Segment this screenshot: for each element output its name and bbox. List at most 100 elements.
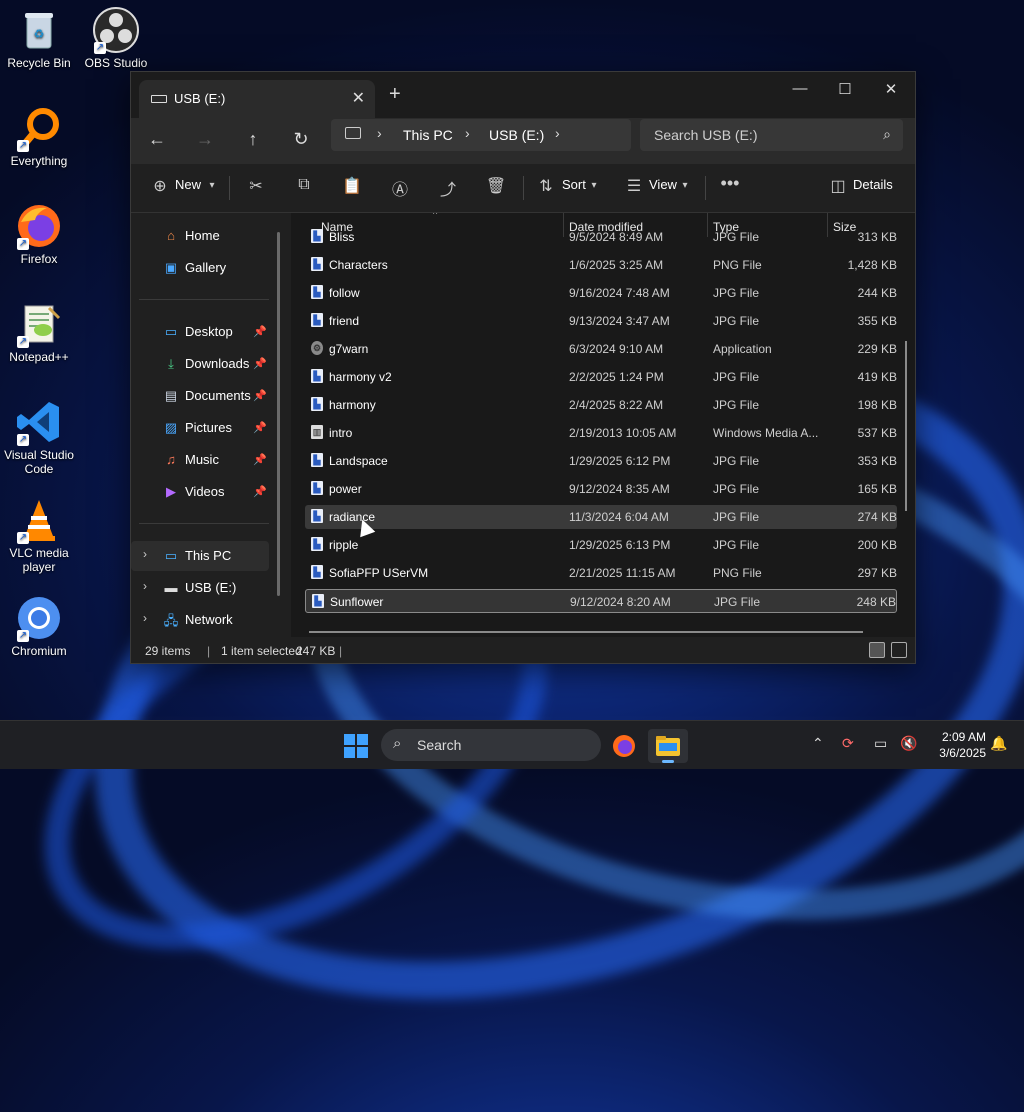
pin-icon[interactable]: 📌 — [253, 485, 267, 498]
sync-icon[interactable]: ⟳ — [842, 735, 854, 752]
new-button[interactable]: New — [175, 177, 201, 192]
shortcut-arrow-icon: ↗ — [17, 434, 29, 446]
file-row[interactable]: ⚙ g7warn 6/3/2024 9:10 AM Application 229 KB — [305, 337, 897, 361]
desktop-icon-vlc[interactable]: ↗ VLC media player — [1, 496, 77, 574]
forward-button[interactable]: → — [193, 129, 217, 150]
sidebar-item-videos[interactable]: ▶ Videos 📌 — [131, 477, 269, 507]
file-list: Name ^ Date modified Type Size ▙ Bliss 9/5… — [291, 213, 915, 637]
sidebar-item-gallery[interactable]: ▣ Gallery — [131, 253, 269, 283]
file-size: 165 KB — [857, 482, 897, 496]
start-button[interactable] — [344, 734, 368, 758]
desktop-icon-label: Recycle Bin — [7, 56, 71, 70]
volume-muted-icon[interactable]: 🔇 — [900, 735, 917, 752]
sidebar-item-this-pc[interactable]: › ▭ This PC — [131, 541, 269, 571]
file-list-scrollbar[interactable] — [905, 341, 907, 511]
delete-icon[interactable]: 🗑 — [485, 176, 507, 196]
desktop-icon-obs-studio[interactable]: ↗ OBS Studio — [78, 6, 154, 70]
file-row[interactable]: ▙ friend 9/13/2024 3:47 AM JPG File 355 KB — [305, 309, 897, 333]
rename-icon[interactable]: Ⓐ — [389, 176, 411, 200]
chevron-right-icon[interactable]: › — [143, 579, 147, 593]
desktop-icon-notepad-plus-plus[interactable]: ↗ Notepad++ — [1, 300, 77, 364]
chevron-right-icon[interactable]: › — [555, 125, 560, 141]
file-row[interactable]: ▙ ripple 1/29/2025 6:13 PM JPG File 200 KB — [305, 533, 897, 557]
network-icon[interactable]: ▭ — [874, 735, 887, 752]
minimize-button[interactable]: — — [785, 80, 815, 97]
file-row[interactable]: ▥ intro 2/19/2013 10:05 AM Windows Media A.… — [305, 421, 897, 445]
file-row[interactable]: ▙ radiance 11/3/2024 6:04 AM JPG File 274 KB — [305, 505, 897, 529]
pin-icon[interactable]: 📌 — [253, 357, 267, 370]
file-type: Windows Media A... — [713, 426, 819, 440]
sidebar-item-label: This PC — [185, 548, 232, 563]
paste-icon[interactable]: 📋 — [341, 176, 363, 196]
file-row[interactable]: ▙ Characters 1/6/2025 3:25 AM PNG File 1,428… — [305, 253, 897, 277]
sidebar-item-music[interactable]: ♫ Music 📌 — [131, 445, 269, 475]
chevron-right-icon[interactable]: › — [465, 125, 470, 141]
pin-icon[interactable]: 📌 — [253, 389, 267, 402]
pin-icon[interactable]: 📌 — [253, 453, 267, 466]
chevron-right-icon[interactable]: › — [377, 125, 382, 141]
cut-icon[interactable]: ✂ — [245, 176, 267, 196]
pin-icon[interactable]: 📌 — [253, 325, 267, 338]
notifications-bell-icon[interactable]: 🔔 — [990, 735, 1007, 752]
copy-icon[interactable]: ⧉ — [293, 176, 315, 194]
sidebar-item-label: Network — [185, 612, 233, 627]
system-clock[interactable]: 2:09 AM 3/6/2025 — [920, 729, 986, 761]
sidebar-item-desktop[interactable]: ▭ Desktop 📌 — [131, 317, 269, 347]
sidebar-item-downloads[interactable]: ⤓ Downloads 📌 — [131, 349, 269, 379]
sidebar-item-pictures[interactable]: ▨ Pictures 📌 — [131, 413, 269, 443]
details-button[interactable]: Details — [853, 177, 893, 192]
desktop-icon-vscode[interactable]: ↗ Visual Studio Code — [1, 398, 77, 476]
breadcrumb-this-pc[interactable]: This PC — [403, 127, 453, 143]
sidebar-item-usb-e[interactable]: › ▬ USB (E:) — [131, 573, 269, 603]
file-row[interactable]: ▙ Bliss 9/5/2024 8:49 AM JPG File 313 KB — [305, 225, 897, 249]
more-options-icon[interactable]: ••• — [719, 173, 741, 194]
file-row[interactable]: ▙ harmony 2/4/2025 8:22 AM JPG File 198 KB — [305, 393, 897, 417]
share-icon[interactable]: ⤴ — [437, 176, 459, 200]
sidebar-scrollbar[interactable] — [277, 232, 280, 596]
close-tab-icon[interactable]: ✕ — [352, 88, 365, 108]
desktop-icon-firefox[interactable]: ↗ Firefox — [1, 202, 77, 266]
file-date: 2/19/2013 10:05 AM — [569, 426, 677, 440]
up-button[interactable]: ↑ — [241, 129, 265, 150]
back-button[interactable]: ← — [145, 129, 169, 150]
maximize-button[interactable]: ☐ — [830, 80, 860, 98]
breadcrumb-usb-e[interactable]: USB (E:) — [489, 127, 544, 143]
search-input[interactable]: Search USB (E:) ⌕ — [640, 119, 903, 151]
file-date: 1/6/2025 3:25 AM — [569, 258, 664, 272]
command-bar: ⊕ New ▾ ✂ ⧉ 📋 Ⓐ ⤴ 🗑 ⇅ Sort ▾ ☰ View ▾ ••… — [131, 164, 915, 213]
file-row[interactable]: ▙ power 9/12/2024 8:35 AM JPG File 165 KB — [305, 477, 897, 501]
taskbar-firefox[interactable] — [604, 729, 644, 763]
chevron-down-icon: ▾ — [591, 180, 597, 191]
file-date: 9/12/2024 8:20 AM — [570, 595, 671, 609]
horizontal-scrollbar[interactable] — [309, 631, 863, 633]
show-hidden-icons-chevron-icon[interactable]: ⌃ — [812, 735, 824, 752]
tiles-view-button[interactable] — [891, 642, 907, 658]
file-row[interactable]: ▙ Sunflower 9/12/2024 8:20 AM JPG File 248 K… — [305, 589, 897, 613]
file-name: g7warn — [329, 342, 369, 356]
details-view-button[interactable] — [869, 642, 885, 658]
sidebar-item-home[interactable]: ⌂ Home — [131, 221, 269, 251]
desktop-icon-recycle-bin[interactable]: ♻ Recycle Bin — [1, 6, 77, 70]
sidebar-item-documents[interactable]: ▤ Documents 📌 — [131, 381, 269, 411]
file-size: 353 KB — [857, 454, 897, 468]
file-row[interactable]: ▙ SofiaPFP USerVM 2/21/2025 11:15 AM PNG Fi… — [305, 561, 897, 585]
taskbar-file-explorer[interactable] — [648, 729, 688, 763]
chevron-right-icon[interactable]: › — [143, 547, 147, 561]
address-bar[interactable]: › This PC › USB (E:) › — [331, 119, 631, 151]
chevron-right-icon[interactable]: › — [143, 611, 147, 625]
view-button[interactable]: View — [649, 177, 677, 192]
refresh-button[interactable]: ↻ — [289, 129, 313, 150]
close-window-button[interactable]: ✕ — [876, 80, 906, 98]
file-row[interactable]: ▙ Landspace 1/29/2025 6:12 PM JPG File 353 K… — [305, 449, 897, 473]
file-size: 229 KB — [857, 342, 897, 356]
desktop-icon-everything[interactable]: ↗ Everything — [1, 104, 77, 168]
taskbar-search-input[interactable]: ⌕ Search — [381, 729, 601, 761]
file-row[interactable]: ▙ harmony v2 2/2/2025 1:24 PM JPG File 419 K… — [305, 365, 897, 389]
new-tab-button[interactable]: + — [389, 83, 401, 106]
file-size: 355 KB — [857, 314, 897, 328]
tab-usb-e[interactable]: USB (E:) ✕ — [139, 80, 375, 118]
file-row[interactable]: ▙ follow 9/16/2024 7:48 AM JPG File 244 KB — [305, 281, 897, 305]
pin-icon[interactable]: 📌 — [253, 421, 267, 434]
sidebar-item-network[interactable]: › 🖧 Network — [131, 605, 269, 635]
desktop-icon-chromium[interactable]: ↗ Chromium — [1, 594, 77, 658]
